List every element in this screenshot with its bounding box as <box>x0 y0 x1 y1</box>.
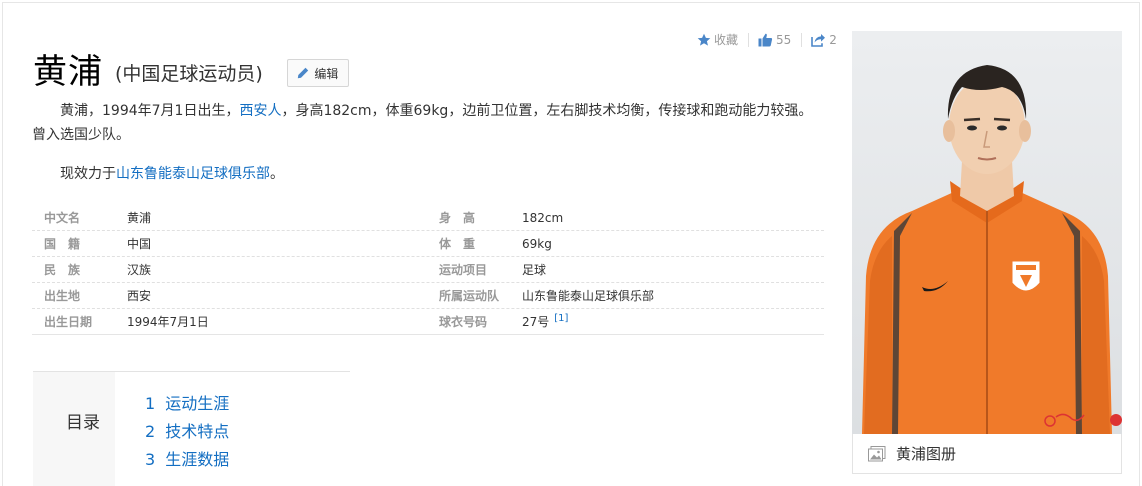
table-of-contents: 目录 1 运动生涯 2 技术特点 3 生涯数据 <box>33 371 350 486</box>
info-key: 国 籍 <box>44 237 81 251</box>
toc-label: 技术特点 <box>165 422 230 441</box>
divider <box>748 32 750 47</box>
page-subtitle: (中国足球运动员) <box>115 63 263 85</box>
info-key: 球衣号码 <box>439 315 488 329</box>
summary-paragraph-2: 现效力于山东鲁能泰山足球俱乐部。 <box>32 162 822 186</box>
share-icon <box>811 33 826 47</box>
page-title: 黄浦 <box>33 52 103 92</box>
info-value: 汉族 <box>127 263 152 277</box>
toc-item-skills[interactable]: 2 技术特点 <box>145 418 229 446</box>
summary-text: 黄浦，1994年7月1日出生， <box>60 103 240 119</box>
edit-button[interactable]: 编辑 <box>286 59 349 87</box>
toc-number: 1 <box>145 394 156 413</box>
info-value: 中国 <box>127 237 152 251</box>
info-row: 民 族 汉族 运动项目 足球 <box>32 257 824 283</box>
info-key: 体 重 <box>439 237 476 251</box>
album-link[interactable]: 黄浦图册 <box>852 434 1122 474</box>
title-row: 黄浦 (中国足球运动员) 编辑 <box>33 48 349 96</box>
thumbs-up-icon <box>758 33 773 46</box>
hometown-link[interactable]: 西安人 <box>239 103 281 119</box>
info-key: 身 高 <box>439 211 476 225</box>
info-row: 出生日期 1994年7月1日 球衣号码 27号 [1] <box>32 309 824 335</box>
info-row: 国 籍 中国 体 重 69kg <box>32 231 824 257</box>
toc-title: 目录 <box>66 413 100 433</box>
info-value-cell: 27号 [1] <box>522 313 823 330</box>
share-button[interactable]: 2 <box>811 33 837 47</box>
action-bar: 收藏 55 2 <box>697 31 837 48</box>
toc-item-career[interactable]: 1 运动生涯 <box>145 390 229 418</box>
edit-label: 编辑 <box>314 66 339 81</box>
info-value: 69kg <box>522 236 552 251</box>
info-value: 足球 <box>522 263 547 277</box>
basic-info-table: 中文名 黄浦 身 高 182cm 国 籍 中国 体 重 69kg 民 族 汉族 … <box>32 205 824 335</box>
image-gallery-icon <box>868 445 886 461</box>
divider <box>801 32 803 47</box>
collect-label: 收藏 <box>714 33 739 47</box>
info-value: 黄浦 <box>127 211 152 225</box>
info-row: 中文名 黄浦 身 高 182cm <box>32 205 824 231</box>
team-link[interactable]: 山东鲁能泰山足球俱乐部 <box>522 287 823 304</box>
info-value: 182cm <box>522 210 564 225</box>
share-count: 2 <box>829 32 837 47</box>
like-count: 55 <box>776 32 792 47</box>
portrait-illustration <box>862 65 1122 434</box>
toc-label: 运动生涯 <box>165 394 230 413</box>
player-portrait[interactable] <box>852 31 1122 434</box>
collect-button[interactable]: 收藏 <box>697 31 738 48</box>
reference-link[interactable]: [1] <box>554 313 568 324</box>
toc-label: 生涯数据 <box>165 450 230 469</box>
toc-item-stats[interactable]: 3 生涯数据 <box>145 446 229 474</box>
club-link[interactable]: 山东鲁能泰山足球俱乐部 <box>116 166 270 182</box>
info-key: 中文名 <box>44 211 81 225</box>
summary-text: 。 <box>270 166 284 182</box>
info-row: 出生地 西安 所属运动队 山东鲁能泰山足球俱乐部 <box>32 283 824 309</box>
toc-number: 2 <box>145 422 156 441</box>
summary-text: 现效力于 <box>60 166 116 182</box>
info-key: 所属运动队 <box>439 289 500 303</box>
info-value: 27号 <box>522 315 550 329</box>
pencil-icon <box>298 67 309 79</box>
summary-paragraph-1: 黄浦，1994年7月1日出生，西安人，身高182cm，体重69kg，边前卫位置，… <box>32 99 822 147</box>
toc-number: 3 <box>145 450 156 469</box>
info-key: 出生日期 <box>44 315 93 329</box>
info-key: 出生地 <box>44 289 81 303</box>
info-key: 运动项目 <box>439 263 488 277</box>
info-value: 1994年7月1日 <box>127 315 209 329</box>
info-value: 西安 <box>127 289 152 303</box>
toc-list: 1 运动生涯 2 技术特点 3 生涯数据 <box>145 390 229 474</box>
star-icon <box>697 33 711 46</box>
info-key: 民 族 <box>44 263 81 277</box>
like-button[interactable]: 55 <box>758 33 791 47</box>
album-label: 黄浦图册 <box>896 445 957 463</box>
